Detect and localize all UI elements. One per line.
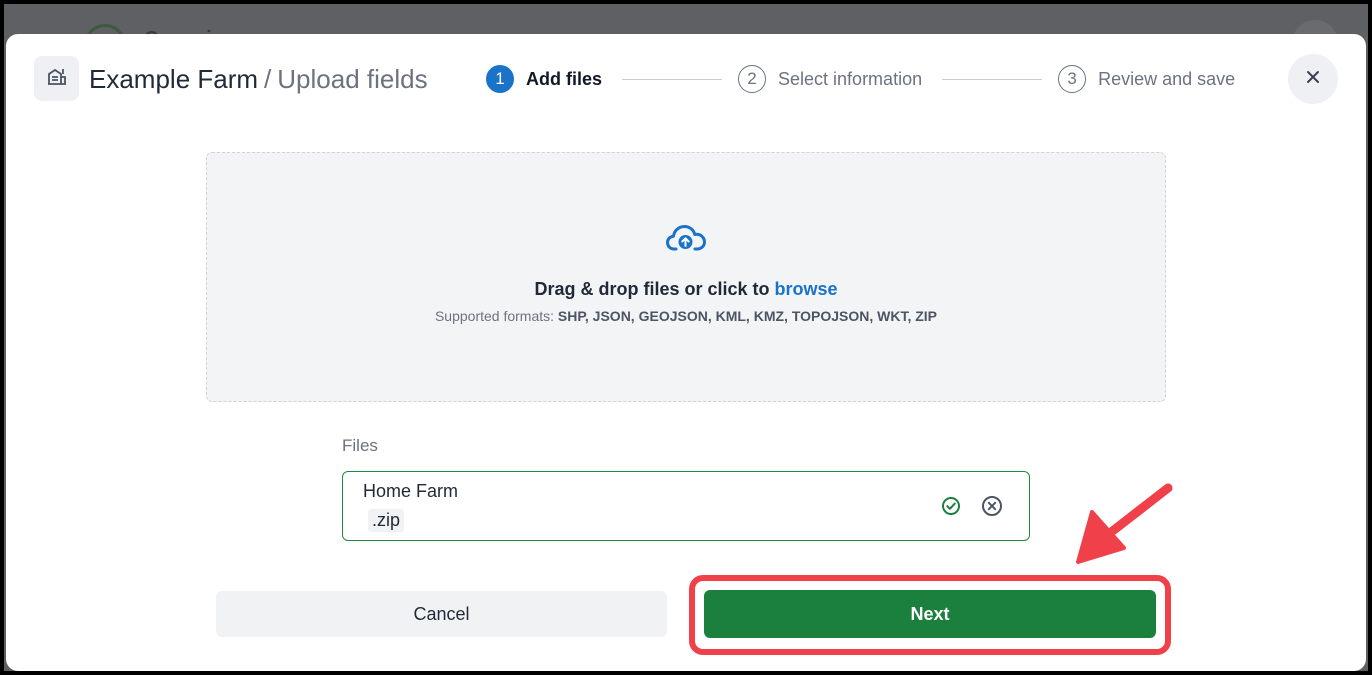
supported-formats: Supported formats: SHP, JSON, GEOJSON, K…: [207, 308, 1165, 324]
farm-building-icon: [46, 65, 68, 92]
browse-link[interactable]: browse: [775, 279, 838, 299]
page-title: Example Farm / Upload fields: [89, 62, 428, 96]
formats-prefix: Supported formats:: [434, 308, 558, 324]
file-item: Home Farm .zip: [342, 471, 1030, 541]
step-number: 1: [486, 65, 514, 93]
file-name: Home Farm: [363, 481, 459, 501]
step-select-information: 2 Select information: [738, 65, 922, 93]
formats-list: SHP, JSON, GEOJSON, KML, KMZ, TOPOJSON, …: [557, 308, 938, 324]
close-icon: [1305, 69, 1321, 90]
files-label: Files: [342, 436, 378, 455]
cancel-button[interactable]: Cancel: [216, 591, 667, 637]
step-add-files: 1 Add files: [486, 65, 602, 93]
title-separator: /: [264, 64, 272, 94]
check-circle-icon: [941, 496, 961, 521]
step-label: Select information: [778, 68, 923, 89]
close-button[interactable]: [1288, 54, 1338, 104]
file-extension: .zip: [368, 509, 405, 532]
dropzone-instructions: Drag & drop files or click to browse: [207, 279, 1165, 300]
file-dropzone[interactable]: Drag & drop files or click to browse Sup…: [206, 152, 1166, 402]
step-number: 2: [738, 65, 767, 93]
step-label: Add files: [526, 68, 603, 89]
farm-name: Example Farm: [89, 64, 259, 94]
cloud-upload-icon: [665, 223, 707, 260]
next-button[interactable]: Next: [704, 590, 1156, 638]
step-review-and-save: 3 Review and save: [1058, 65, 1235, 93]
step-connector: [622, 78, 723, 80]
step-number: 3: [1058, 65, 1087, 93]
step-connector: [942, 78, 1043, 80]
stepper: 1 Add files 2 Select information 3 Revie…: [486, 64, 1235, 94]
farm-icon-box: [34, 56, 79, 101]
dropzone-text: Drag & drop files or click to: [534, 279, 775, 299]
page-subtitle: Upload fields: [277, 64, 428, 94]
remove-circle-icon[interactable]: [981, 495, 1003, 522]
upload-fields-modal: Example Farm / Upload fields 1 Add files 2…: [6, 34, 1366, 671]
step-label: Review and save: [1098, 68, 1236, 89]
